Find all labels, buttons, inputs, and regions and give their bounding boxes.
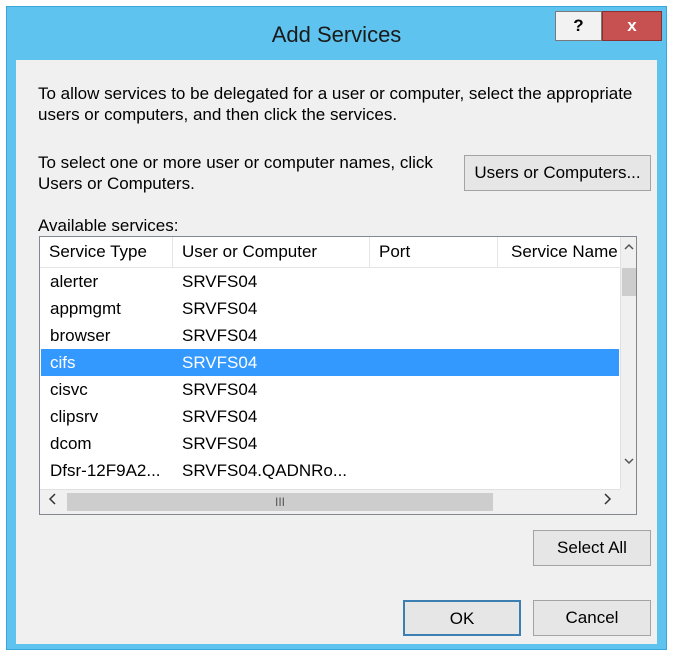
table-row[interactable]: alerter SRVFS04: [41, 268, 619, 295]
intro-text: To allow services to be delegated for a …: [38, 84, 633, 124]
chevron-up-icon[interactable]: [621, 241, 636, 261]
cell-service-type: appmgmt: [50, 299, 121, 318]
horizontal-scrollbar[interactable]: III: [40, 489, 620, 514]
services-list[interactable]: Service Type User or Computer Port Servi…: [39, 236, 637, 515]
cell-user-or-computer: SRVFS04: [182, 326, 258, 345]
table-row-selected[interactable]: cifs SRVFS04: [41, 349, 619, 376]
select-all-button[interactable]: Select All: [533, 530, 651, 566]
table-row[interactable]: appmgmt SRVFS04: [41, 295, 619, 322]
horizontal-scroll-thumb[interactable]: III: [67, 493, 493, 511]
cell-service-type: alerter: [50, 272, 99, 291]
ok-button[interactable]: OK: [403, 600, 521, 636]
chevron-down-icon[interactable]: [621, 455, 636, 475]
select-instruction-text: To select one or more user or computer n…: [38, 153, 433, 193]
table-row[interactable]: clipsrv SRVFS04: [41, 403, 619, 430]
cell-service-type: cifs: [50, 353, 76, 372]
title-bar[interactable]: Add Services ? x: [7, 7, 666, 59]
column-header-service-name[interactable]: Service Name: [498, 237, 620, 267]
cell-user-or-computer: SRVFS04: [182, 434, 258, 453]
cell-user-or-computer: SRVFS04: [182, 407, 258, 426]
close-button[interactable]: x: [602, 11, 662, 41]
column-header-user-or-computer[interactable]: User or Computer: [173, 237, 370, 267]
cell-service-type: dcom: [50, 434, 92, 453]
cell-service-type: browser: [50, 326, 111, 345]
cell-service-type: clipsrv: [50, 407, 99, 426]
cell-user-or-computer: SRVFS04: [182, 299, 258, 318]
cell-user-or-computer: SRVFS04: [182, 272, 258, 291]
cell-user-or-computer: SRVFS04.QADNRo...: [182, 461, 348, 480]
cell-service-type: Dfsr-12F9A2...: [50, 461, 161, 480]
column-header-port[interactable]: Port: [370, 237, 498, 267]
dialog-window: Add Services ? x To allow services to be…: [6, 6, 667, 650]
table-row[interactable]: browser SRVFS04: [41, 322, 619, 349]
chevron-left-icon[interactable]: [44, 492, 62, 512]
help-button[interactable]: ?: [555, 11, 602, 41]
cell-service-type: cisvc: [50, 380, 88, 399]
cell-user-or-computer: SRVFS04: [182, 353, 258, 372]
users-or-computers-button[interactable]: Users or Computers...: [464, 155, 651, 191]
vertical-scrollbar[interactable]: [620, 237, 636, 489]
cell-user-or-computer: SRVFS04: [182, 380, 258, 399]
chevron-right-icon[interactable]: [598, 492, 616, 512]
column-header-service-type[interactable]: Service Type: [40, 237, 173, 267]
table-row[interactable]: dcom SRVFS04: [41, 430, 619, 457]
table-row[interactable]: Dfsr-12F9A2... SRVFS04.QADNRo...: [41, 457, 619, 489]
available-services-label: Available services:: [38, 216, 179, 235]
cancel-button[interactable]: Cancel: [533, 600, 651, 636]
scrollbar-corner: [620, 489, 636, 514]
table-row[interactable]: cisvc SRVFS04: [41, 376, 619, 403]
list-header: Service Type User or Computer Port Servi…: [40, 237, 620, 268]
dialog-body: To allow services to be delegated for a …: [16, 60, 657, 644]
vertical-scroll-thumb[interactable]: [622, 268, 636, 296]
